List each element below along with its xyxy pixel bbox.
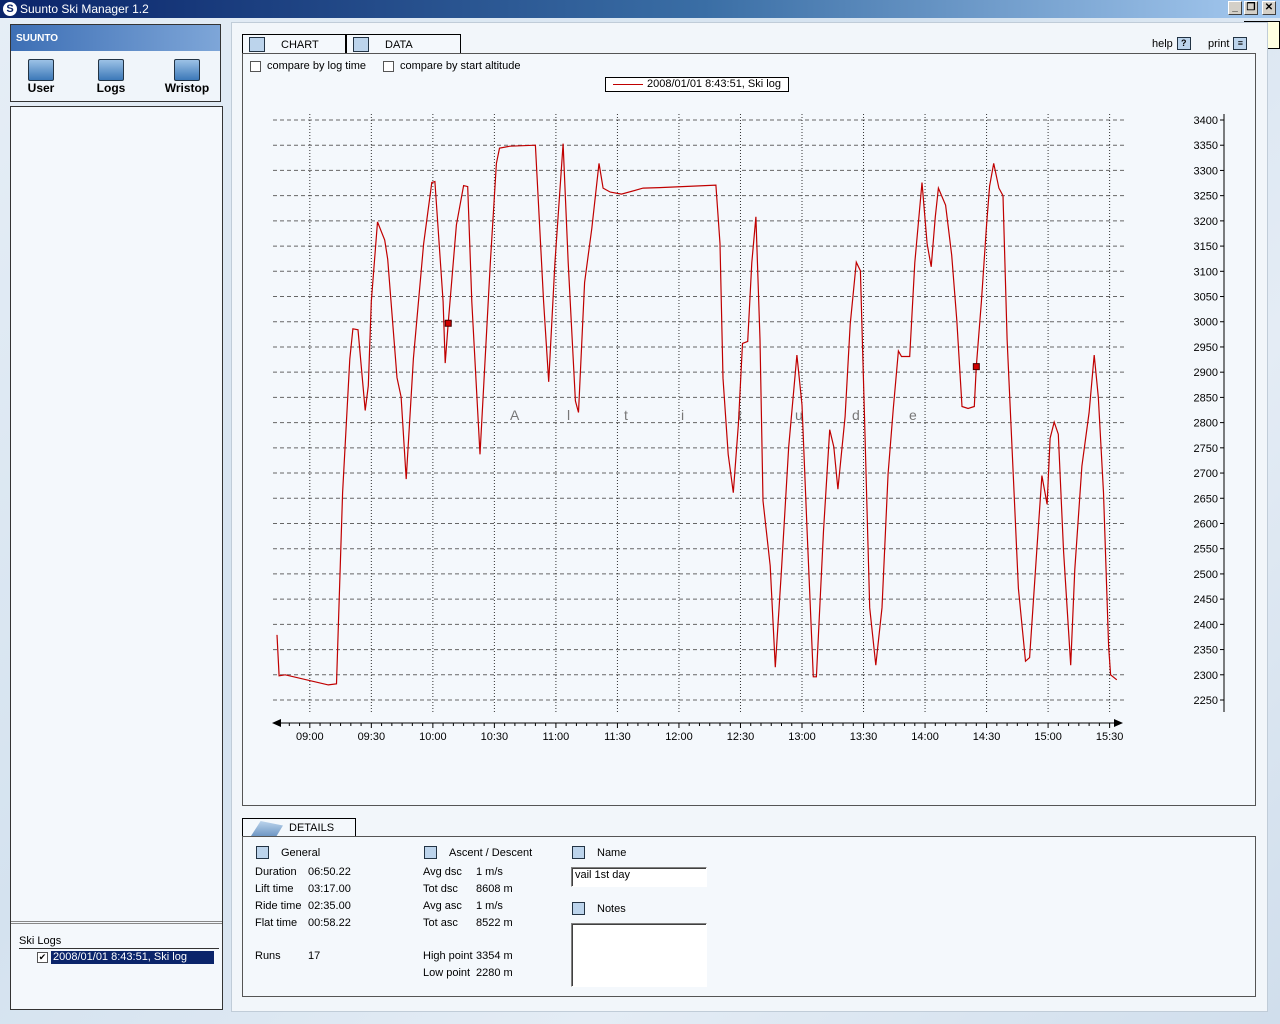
edit-icon [572, 902, 585, 915]
wristop-label: Wristop [164, 81, 210, 95]
close-button[interactable]: ✕ [1262, 1, 1276, 15]
notes-header: Notes [572, 902, 626, 915]
ski-log-label: 2008/01/01 8:43:51, Ski log [51, 950, 214, 964]
ascent-label: Tot dsc [423, 883, 458, 895]
general-value: 03:17.00 [308, 883, 351, 895]
help-label: help [1152, 37, 1173, 50]
details-panel: General Runs 17 Ascent / Descent High po… [242, 836, 1256, 997]
ski-log-item[interactable]: ✔ 2008/01/01 8:43:51, Ski log [37, 950, 214, 964]
high-point-value: 3354 m [476, 950, 513, 962]
name-header: Name [572, 846, 626, 859]
chart-panel: compare by log time compare by start alt… [242, 53, 1256, 806]
low-point-label: Low point [423, 967, 471, 979]
tab-data[interactable]: DATA [346, 34, 461, 54]
ascent-value: 8522 m [476, 917, 513, 929]
compare-start-altitude-checkbox[interactable] [383, 60, 394, 72]
eye-icon [28, 59, 54, 81]
help-button[interactable]: help? [1152, 37, 1191, 50]
ascent-value: 1 m/s [476, 900, 503, 912]
general-value: 00:58.22 [308, 917, 351, 929]
logs-button[interactable]: Logs [81, 59, 141, 101]
main-area: CHART DATA help? print ≡ compare by log t… [231, 22, 1268, 1012]
general-value: 02:35.00 [308, 900, 351, 912]
minimize-button[interactable]: _ [1228, 1, 1242, 15]
ascent-label: Tot asc [423, 917, 458, 929]
ascent-icon [424, 846, 437, 859]
logbook-icon [98, 59, 124, 81]
ascent-header: Ascent / Descent [424, 846, 532, 859]
general-label: Lift time [255, 883, 294, 895]
chart-icon [249, 37, 265, 52]
ascent-value: 8608 m [476, 883, 513, 895]
general-label: Duration [255, 866, 297, 878]
ascent-title: Ascent / Descent [449, 846, 533, 859]
name-label: Name [597, 846, 627, 859]
details-icon [251, 821, 283, 836]
chart-legend: 2008/01/01 8:43:51, Ski log [605, 77, 789, 92]
wristop-button[interactable]: Wristop [157, 59, 217, 101]
general-icon [256, 846, 269, 859]
restore-button[interactable]: ❐ [1244, 1, 1258, 15]
ski-log-checkbox[interactable]: ✔ [37, 951, 48, 963]
general-header: General [256, 846, 320, 859]
print-label: print [1208, 37, 1230, 50]
compare-log-time-label: compare by log time [267, 60, 367, 72]
table-icon [353, 37, 369, 52]
notes-textarea[interactable] [571, 923, 707, 987]
suunto-app-icon: S [3, 2, 17, 16]
compare-start-altitude-option[interactable]: compare by start altitude [383, 60, 520, 72]
left-panel: Ski Logs ✔ 2008/01/01 8:43:51, Ski log [10, 106, 223, 1010]
general-label: Ride time [255, 900, 302, 912]
runs-label: Runs [255, 950, 281, 962]
help-icon: ? [1176, 37, 1191, 50]
details-tab-label: DETAILS [289, 822, 335, 834]
legend-label: 2008/01/01 8:43:51, Ski log [647, 78, 781, 90]
ascent-label: Avg asc [423, 900, 462, 912]
nav-box: SUUNTO User Logs Wristop [10, 24, 221, 102]
tab-chart-label: CHART [281, 39, 319, 51]
print-icon: ≡ [1233, 37, 1248, 50]
title-bar: S Suunto Ski Manager 1.2 [0, 0, 1280, 18]
print-button[interactable]: print ≡ [1208, 37, 1248, 50]
logs-label: Logs [96, 81, 126, 95]
compare-log-time-option[interactable]: compare by log time [250, 60, 366, 72]
wristop-icon [174, 59, 200, 81]
compare-log-time-checkbox[interactable] [250, 60, 261, 72]
general-label: Flat time [255, 917, 298, 929]
general-value: 06:50.22 [308, 866, 351, 878]
edit-icon [572, 846, 585, 859]
compare-start-altitude-label: compare by start altitude [400, 60, 521, 72]
window-title: Suunto Ski Manager 1.2 [20, 2, 149, 16]
low-point-value: 2280 m [476, 967, 513, 979]
tab-chart[interactable]: CHART [242, 34, 346, 54]
notes-label: Notes [597, 902, 626, 915]
suunto-logo: SUUNTO [11, 25, 220, 51]
splitter[interactable] [11, 921, 222, 924]
general-title: General [281, 846, 321, 859]
ascent-label: Avg dsc [423, 866, 462, 878]
tab-data-label: DATA [385, 39, 413, 51]
details-tab[interactable]: DETAILS [242, 818, 356, 837]
ascent-value: 1 m/s [476, 866, 503, 878]
legend-swatch [613, 84, 643, 85]
user-button[interactable]: User [11, 59, 71, 101]
user-label: User [27, 81, 55, 95]
runs-value: 17 [308, 950, 321, 962]
ski-logs-label: Ski Logs [19, 935, 219, 949]
high-point-label: High point [423, 950, 473, 962]
name-input[interactable]: vail 1st day [571, 867, 707, 887]
